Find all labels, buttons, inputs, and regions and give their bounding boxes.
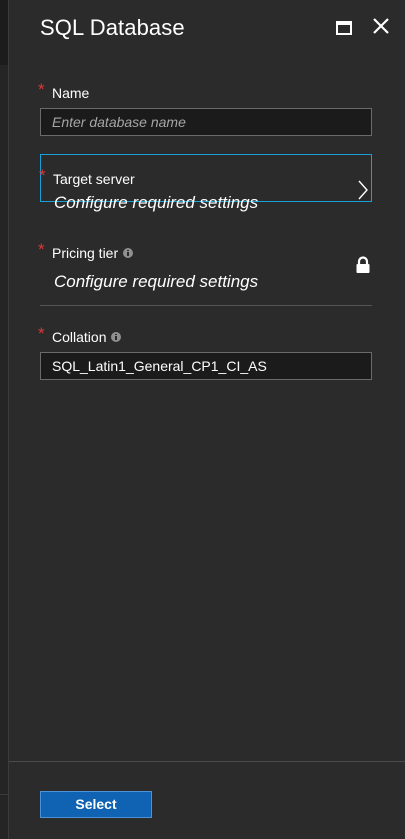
- footer-divider: [9, 761, 405, 762]
- chevron-right-icon[interactable]: [357, 180, 369, 200]
- outer-strip-divider: [0, 794, 8, 795]
- required-asterisk: *: [38, 240, 45, 259]
- pricing-tier-value: Configure required settings: [54, 272, 259, 291]
- lock-icon: [356, 256, 370, 273]
- info-icon[interactable]: [123, 248, 134, 258]
- portal-frame: SQL Database * Name * Target server Conf…: [0, 0, 405, 839]
- collation-input[interactable]: [40, 352, 372, 380]
- pricing-tier-label: Pricing tier: [52, 245, 119, 261]
- required-asterisk: *: [39, 166, 46, 185]
- collation-label: Collation: [52, 329, 107, 345]
- section-divider: [40, 305, 372, 306]
- info-icon[interactable]: [111, 332, 122, 342]
- database-name-input[interactable]: [40, 108, 372, 136]
- target-server-label: Target server: [53, 171, 135, 187]
- target-server-selector[interactable]: * Target server Configure required setti…: [39, 154, 372, 212]
- target-server-value: Configure required settings: [54, 193, 259, 212]
- blade-title: SQL Database: [40, 15, 185, 40]
- select-button[interactable]: Select: [40, 791, 152, 818]
- required-asterisk: *: [38, 324, 45, 343]
- sql-database-blade: SQL Database * Name * Target server Conf…: [8, 0, 405, 839]
- name-label-row: * Name: [38, 80, 90, 101]
- name-label: Name: [52, 85, 90, 101]
- close-icon[interactable]: [371, 16, 391, 36]
- outer-strip-header: [0, 0, 8, 65]
- maximize-icon[interactable]: [336, 21, 352, 35]
- required-asterisk: *: [38, 80, 45, 99]
- target-server-label-row: * Target server: [39, 166, 135, 187]
- pricing-tier-label-row: * Pricing tier: [38, 240, 134, 261]
- collation-label-row: * Collation: [38, 324, 122, 345]
- left-outer-strip: [0, 0, 8, 839]
